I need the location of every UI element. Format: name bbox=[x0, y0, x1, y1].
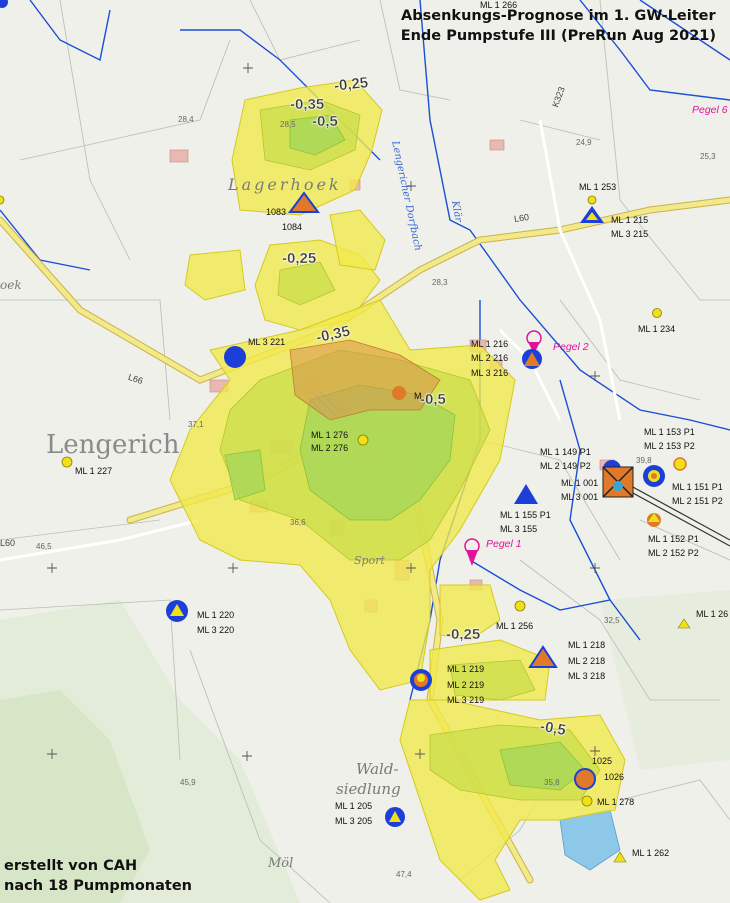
place-sport: Sport bbox=[354, 554, 385, 567]
well-label-ml1151p1: ML 1 151 P1 bbox=[672, 482, 723, 492]
well-label-1083: 1083 bbox=[266, 207, 287, 217]
well-label-1025: 1025 bbox=[592, 756, 613, 766]
well-label-ml1253: ML 1 253 bbox=[579, 182, 617, 192]
well-label-ml1215: ML 1 215 bbox=[611, 215, 649, 225]
elevation-3: 28,3 bbox=[432, 278, 448, 287]
elevation-1: 28,4 bbox=[178, 115, 194, 124]
well-label-ml1218: ML 1 218 bbox=[568, 640, 606, 650]
elevation-12: 35,8 bbox=[544, 778, 560, 787]
well-label-ml1256: ML 1 256 bbox=[496, 621, 534, 631]
well-label-ml2218: ML 2 218 bbox=[568, 656, 606, 666]
well-label-ml1220: ML 1 220 bbox=[197, 610, 235, 620]
elevation-8: 46,5 bbox=[36, 542, 52, 551]
well-label-ml1219: ML 1 219 bbox=[447, 664, 485, 674]
elevation-4: 24,9 bbox=[576, 138, 592, 147]
well-label-ml126x: ML 1 26 bbox=[696, 609, 729, 619]
well-ml1276-dot bbox=[357, 434, 369, 446]
well-ml1234-dot bbox=[652, 308, 662, 318]
elevation-13: 47,4 bbox=[396, 870, 412, 879]
well-label-m: M bbox=[414, 391, 422, 401]
place-lengerich: Lengerich bbox=[46, 430, 180, 460]
well-label-ml3221: ML 3 221 bbox=[248, 337, 286, 347]
elevation-11: 45,9 bbox=[180, 778, 196, 787]
road-label-l60-right: L60 bbox=[513, 212, 530, 224]
well-label-ml2276: ML 2 276 bbox=[311, 443, 349, 453]
well-center-orange bbox=[392, 386, 406, 400]
map-canvas[interactable]: Absenkungs-Prognose im 1. GW-Leiter Ende… bbox=[0, 0, 730, 903]
well-label-ml2219: ML 2 219 bbox=[447, 680, 485, 690]
well-label-ml3215: ML 3 215 bbox=[611, 229, 649, 239]
map-title: Absenkungs-Prognose im 1. GW-Leiter Ende… bbox=[401, 6, 716, 46]
credit-line1: erstellt von CAH bbox=[4, 858, 138, 874]
place-lagerhoek: Lagerhoek bbox=[228, 175, 342, 194]
place-moel: Möl bbox=[268, 856, 294, 871]
well-ml1256-dot bbox=[514, 600, 526, 612]
well-label-ml3219: ML 3 219 bbox=[447, 695, 485, 705]
well-label-ml3216: ML 3 216 bbox=[471, 368, 509, 378]
well-label-ml1149p1: ML 1 149 P1 bbox=[540, 447, 591, 457]
well-label-ml1216: ML 1 216 bbox=[471, 339, 509, 349]
elevation-10: 32,5 bbox=[604, 616, 620, 625]
well-label-ml1152p1: ML 1 152 P1 bbox=[648, 534, 699, 544]
contour-label-035-north: -0,35 bbox=[290, 96, 325, 113]
place-wald-1: Wald- bbox=[356, 760, 399, 778]
well-label-ml1153p1: ML 1 153 P1 bbox=[644, 427, 695, 437]
pegel-2-label: Pegel 2 bbox=[553, 341, 589, 353]
well-1025-circle bbox=[574, 768, 596, 790]
contour-label-025-mid: -0,25 bbox=[282, 250, 317, 267]
well-ml1278-dot bbox=[581, 795, 593, 807]
well-ml2153-dot bbox=[673, 457, 687, 471]
well-label-ml1266: ML 1 266 bbox=[480, 0, 518, 10]
well-label-ml1205: ML 1 205 bbox=[335, 801, 373, 811]
map-title-line1: Absenkungs-Prognose im 1. GW-Leiter bbox=[401, 8, 716, 24]
well-label-ml2216: ML 2 216 bbox=[471, 353, 509, 363]
well-label-ml3218: ML 3 218 bbox=[568, 671, 606, 681]
road-label-l60-left: L60 bbox=[0, 538, 16, 548]
well-label-ml1276: ML 1 276 bbox=[311, 430, 349, 440]
map-credit: erstellt von CAH nach 18 Pumpmonaten bbox=[4, 856, 192, 896]
well-label-ml1001: ML 1 001 bbox=[561, 478, 599, 488]
map-title-line2: Ende Pumpstufe III (PreRun Aug 2021) bbox=[400, 28, 716, 44]
well-label-ml1234: ML 1 234 bbox=[638, 324, 676, 334]
place-oek: oek bbox=[0, 278, 22, 292]
contour-label-05-north: -0,5 bbox=[312, 113, 338, 130]
place-wald-2: siedlung bbox=[336, 780, 401, 798]
well-label-ml1155p1: ML 1 155 P1 bbox=[500, 510, 551, 520]
elevation-6: 37,1 bbox=[188, 420, 204, 429]
well-label-ml1227: ML 1 227 bbox=[75, 466, 113, 476]
elevation-5: 25,3 bbox=[700, 152, 716, 161]
well-label-ml1262: ML 1 262 bbox=[632, 848, 670, 858]
well-label-ml3155: ML 3 155 bbox=[500, 524, 538, 534]
credit-line2: nach 18 Pumpmonaten bbox=[4, 878, 193, 894]
well-label-ml2152p2: ML 2 152 P2 bbox=[648, 548, 699, 558]
contour-label-025-north: -0,25 bbox=[333, 74, 369, 95]
pegel-1-label: Pegel 1 bbox=[486, 538, 522, 550]
well-label-ml2149p2: ML 2 149 P2 bbox=[540, 461, 591, 471]
well-label-ml2151p2: ML 2 151 P2 bbox=[672, 496, 723, 506]
contour-label-05-mid: -0,5 bbox=[420, 391, 446, 408]
well-label-1084: 1084 bbox=[282, 222, 303, 232]
well-ml3221-circle bbox=[224, 346, 246, 368]
contour-label-025-south: -0,25 bbox=[446, 626, 481, 643]
well-label-ml3205: ML 3 205 bbox=[335, 816, 373, 826]
elevation-2: 28,5 bbox=[280, 120, 296, 129]
well-label-ml2153p2: ML 2 153 P2 bbox=[644, 441, 695, 451]
well-label-ml1278: ML 1 278 bbox=[597, 797, 635, 807]
elevation-9: 39,8 bbox=[636, 456, 652, 465]
elevation-7: 36,6 bbox=[290, 518, 306, 527]
well-ml1253-dot bbox=[587, 195, 597, 205]
well-label-1026: 1026 bbox=[604, 772, 625, 782]
pegel-6-label: Pegel 6 bbox=[692, 104, 728, 116]
well-label-ml3001: ML 3 001 bbox=[561, 492, 599, 502]
well-label-ml3220: ML 3 220 bbox=[197, 625, 235, 635]
